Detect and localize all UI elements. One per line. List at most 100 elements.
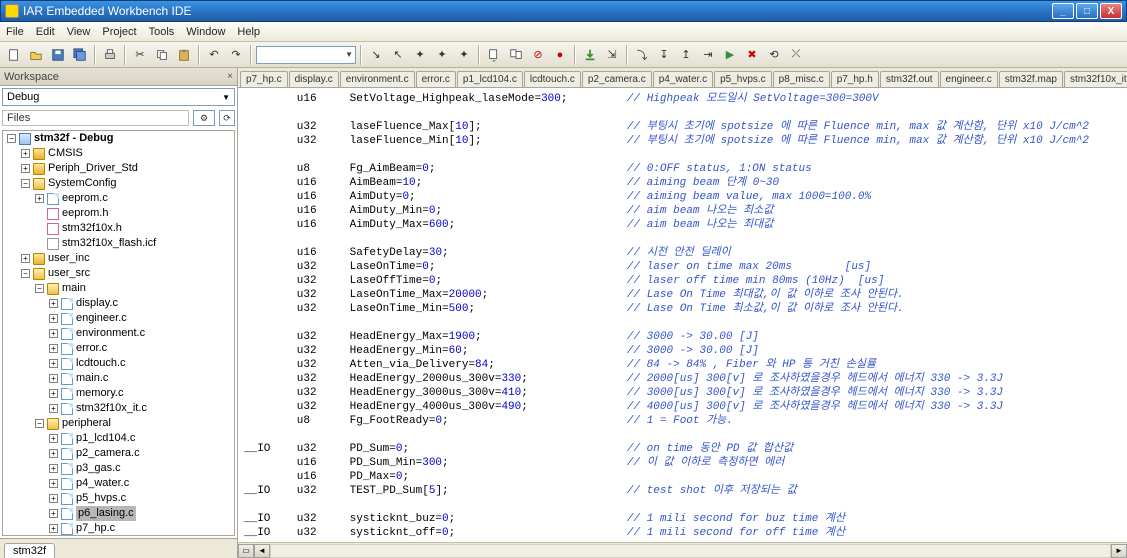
tree-file[interactable]: p3_gas.c <box>76 461 121 476</box>
tree-file[interactable]: main.c <box>76 371 108 386</box>
tree-file-selected[interactable]: p6_lasing.c <box>76 506 136 521</box>
cut-icon[interactable]: ✂ <box>130 45 150 65</box>
save-all-icon[interactable] <box>70 45 90 65</box>
tree-file[interactable]: lcdtouch.c <box>76 356 126 371</box>
editor-tab[interactable]: environment.c <box>340 71 415 87</box>
debug-download-icon[interactable] <box>580 45 600 65</box>
editor-tab[interactable]: p2_camera.c <box>582 71 652 87</box>
editor-tab[interactable]: p5_hvps.c <box>714 71 772 87</box>
step-over-icon[interactable]: ⤵ <box>632 45 652 65</box>
code-editor[interactable]: u16 SetVoltage_Highpeak_laseMode=300; //… <box>238 88 1127 542</box>
paste-icon[interactable] <box>174 45 194 65</box>
stop-build-icon[interactable]: ⊘ <box>528 45 548 65</box>
make-icon[interactable] <box>506 45 526 65</box>
tree-folder[interactable]: user_src <box>48 266 90 281</box>
files-label: Files <box>2 110 189 126</box>
editor-tab[interactable]: stm32f.map <box>999 71 1063 87</box>
menu-view[interactable]: View <box>67 26 91 38</box>
tree-file[interactable]: eeprom.c <box>62 191 108 206</box>
editor-tab[interactable]: lcdtouch.c <box>524 71 581 87</box>
editor-tab[interactable]: p1_lcd104.c <box>457 71 523 87</box>
tree-folder[interactable]: peripheral <box>62 416 111 431</box>
project-root[interactable]: stm32f - Debug <box>34 131 113 146</box>
bookmark-next-icon[interactable]: ✦ <box>432 45 452 65</box>
tree-file[interactable]: error.c <box>76 341 107 356</box>
menu-help[interactable]: Help <box>237 26 260 38</box>
menu-window[interactable]: Window <box>186 26 225 38</box>
toggle-breakpoint-icon[interactable]: ● <box>550 45 570 65</box>
main-menu[interactable]: File Edit View Project Tools Window Help <box>0 22 1127 42</box>
workspace-close-icon[interactable]: × <box>227 71 233 82</box>
stop-debug-icon[interactable]: ⤫ <box>786 45 806 65</box>
files-column-icon[interactable]: ⚙ <box>193 110 215 126</box>
scroll-left-icon[interactable]: ◄ <box>254 544 270 558</box>
copy-icon[interactable] <box>152 45 172 65</box>
tree-file[interactable]: stm32f10x_it.c <box>76 401 147 416</box>
tree-folder[interactable]: CMSIS <box>48 146 83 161</box>
tree-file[interactable]: p7_hp.c <box>76 521 115 536</box>
find-prev-icon[interactable]: ↖ <box>388 45 408 65</box>
editor-tab[interactable]: p7_hp.c <box>240 71 288 87</box>
menu-file[interactable]: File <box>6 26 24 38</box>
tree-file[interactable]: eeprom.h <box>62 206 108 221</box>
tree-folder[interactable]: main <box>62 281 86 296</box>
tree-file[interactable]: p4_water.c <box>76 476 129 491</box>
config-combo[interactable]: Debug ▼ <box>2 88 235 106</box>
maximize-button[interactable]: □ <box>1076 3 1098 19</box>
tree-folder[interactable]: Periph_Driver_Std <box>48 161 138 176</box>
tree-file[interactable]: p5_hvps.c <box>76 491 126 506</box>
go-icon[interactable]: ▶ <box>720 45 740 65</box>
bookmark-toggle-icon[interactable]: ✦ <box>410 45 430 65</box>
editor-tab[interactable]: engineer.c <box>940 71 998 87</box>
refresh-icon[interactable]: ⟳ <box>219 110 235 126</box>
editor-tab[interactable]: p7_hp.h <box>831 71 879 87</box>
workspace-tab[interactable]: stm32f <box>4 543 55 558</box>
undo-icon[interactable]: ↶ <box>204 45 224 65</box>
project-tree[interactable]: −stm32f - Debug +CMSIS +Periph_Driver_St… <box>2 130 235 536</box>
step-out-icon[interactable]: ↥ <box>676 45 696 65</box>
editor-tab[interactable]: display.c <box>289 71 339 87</box>
scroll-split-icon[interactable]: ▭ <box>238 544 254 558</box>
tree-file[interactable]: display.c <box>76 296 118 311</box>
workspace-panel: Workspace × Debug ▼ Files ⚙ ⟳ −stm32f - … <box>0 68 238 558</box>
tree-file[interactable]: memory.c <box>76 386 123 401</box>
window-titlebar: IAR Embedded Workbench IDE _ □ X <box>0 0 1127 22</box>
open-file-icon[interactable] <box>26 45 46 65</box>
close-button[interactable]: X <box>1100 3 1122 19</box>
bookmark-prev-icon[interactable]: ✦ <box>454 45 474 65</box>
tree-file[interactable]: stm32f10x.h <box>62 221 122 236</box>
window-title: IAR Embedded Workbench IDE <box>23 4 1052 18</box>
new-file-icon[interactable] <box>4 45 24 65</box>
run-to-cursor-icon[interactable]: ⇥ <box>698 45 718 65</box>
editor-tab[interactable]: stm32f10x_it.c <box>1064 71 1127 87</box>
find-combo[interactable]: ▼ <box>256 46 356 64</box>
reset-icon[interactable]: ⟲ <box>764 45 784 65</box>
tree-file[interactable]: engineer.c <box>76 311 127 326</box>
tree-file[interactable]: p2_camera.c <box>76 446 140 461</box>
minimize-button[interactable]: _ <box>1052 3 1074 19</box>
tree-file[interactable]: environment.c <box>76 326 145 341</box>
editor-tab[interactable]: error.c <box>416 71 456 87</box>
editor-tabs[interactable]: p7_hp.cdisplay.cenvironment.cerror.cp1_l… <box>238 68 1127 88</box>
tree-file[interactable]: stm32f10x_flash.icf <box>62 236 156 251</box>
redo-icon[interactable]: ↷ <box>226 45 246 65</box>
break-icon[interactable]: ✖ <box>742 45 762 65</box>
tree-folder[interactable]: user_inc <box>48 251 90 266</box>
compile-icon[interactable] <box>484 45 504 65</box>
editor-tab[interactable]: stm32f.out <box>880 71 939 87</box>
editor-tab[interactable]: p8_misc.c <box>773 71 830 87</box>
tree-folder[interactable]: SystemConfig <box>48 176 116 191</box>
menu-project[interactable]: Project <box>102 26 136 38</box>
print-icon[interactable] <box>100 45 120 65</box>
menu-tools[interactable]: Tools <box>149 26 175 38</box>
step-into-icon[interactable]: ↧ <box>654 45 674 65</box>
save-icon[interactable] <box>48 45 68 65</box>
chevron-down-icon: ▼ <box>222 93 230 102</box>
find-next-icon[interactable]: ↘ <box>366 45 386 65</box>
debug-no-download-icon[interactable]: ⇲ <box>602 45 622 65</box>
editor-hscrollbar[interactable]: ▭ ◄ ► <box>238 542 1127 558</box>
menu-edit[interactable]: Edit <box>36 26 55 38</box>
tree-file[interactable]: p1_lcd104.c <box>76 431 135 446</box>
editor-tab[interactable]: p4_water.c <box>653 71 713 87</box>
scroll-right-icon[interactable]: ► <box>1111 544 1127 558</box>
